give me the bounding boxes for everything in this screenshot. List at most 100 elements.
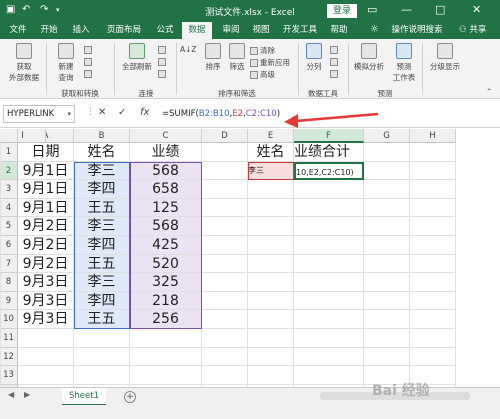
refresh-all-button[interactable]: 全部刷新 (118, 43, 156, 72)
cell-d1[interactable] (202, 143, 248, 162)
row-header-13[interactable]: 13 (0, 366, 18, 385)
get-external-data-button[interactable]: 获取 外部数据 (6, 43, 42, 83)
name-cell[interactable]: 王五 (74, 254, 130, 274)
tab-insert[interactable]: 插入 (68, 22, 94, 39)
date-cell[interactable]: 9月2日 (18, 254, 74, 274)
cell-f5[interactable] (294, 217, 364, 236)
cell-e4[interactable] (248, 198, 294, 218)
forecast-sheet-button[interactable]: 预测 工作表 (390, 43, 418, 83)
cell-i9[interactable] (0, 291, 1, 311)
lookup-header-name[interactable]: 姓名 (248, 143, 294, 162)
name-cell[interactable]: 李四 (74, 236, 130, 255)
cell-d9[interactable] (202, 291, 248, 311)
close-icon[interactable]: ✕ (472, 3, 481, 16)
column-header-g[interactable]: G (364, 129, 410, 143)
prev-sheet-icon[interactable]: ◀ (8, 390, 14, 399)
row-header-11[interactable]: 11 (0, 329, 18, 348)
date-cell[interactable]: 9月2日 (18, 236, 74, 255)
cell-i5[interactable] (0, 217, 1, 236)
column-header-c[interactable]: C (130, 129, 202, 143)
cell-g1[interactable] (364, 143, 410, 162)
tab-review[interactable]: 审阅 (218, 22, 244, 39)
cell-i2[interactable] (0, 161, 1, 181)
cell-e5[interactable] (248, 217, 294, 236)
row-header-5[interactable]: 5 (0, 217, 18, 236)
cell-f12[interactable] (294, 347, 364, 367)
row-header-8[interactable]: 8 (0, 273, 18, 292)
active-formula-cell[interactable]: 10,E2,C2:C10) (294, 161, 364, 181)
sales-cell[interactable]: 520 (130, 254, 202, 274)
cell-c11[interactable] (130, 329, 202, 348)
column-header-h[interactable]: H (410, 129, 456, 143)
row-header-6[interactable]: 6 (0, 236, 18, 255)
name-cell[interactable]: 李三 (74, 161, 130, 181)
cell-g7[interactable] (364, 254, 410, 274)
cell-h7[interactable] (410, 254, 456, 274)
cell-b11[interactable] (74, 329, 130, 348)
cell-f6[interactable] (294, 236, 364, 255)
tab-data[interactable]: 数据 (182, 22, 212, 39)
ribbon-display-options-icon[interactable]: ▭ (367, 3, 377, 16)
column-header-d[interactable]: D (202, 129, 248, 143)
cell-c13[interactable] (130, 366, 202, 385)
cell-d2[interactable] (202, 161, 248, 181)
cell-i11[interactable] (0, 329, 1, 348)
cell-h6[interactable] (410, 236, 456, 255)
cell-i10[interactable] (0, 310, 1, 329)
header-cell-c[interactable]: 业绩 (130, 143, 202, 162)
name-cell[interactable]: 李四 (74, 291, 130, 311)
flash-fill-icon[interactable] (330, 45, 342, 54)
sort-button[interactable]: 排序 (202, 43, 224, 72)
login-button[interactable]: 登录 (327, 4, 357, 18)
cell-f9[interactable] (294, 291, 364, 311)
add-sheet-icon[interactable]: + (124, 391, 136, 403)
cell-f8[interactable] (294, 273, 364, 292)
cell-d3[interactable] (202, 180, 248, 199)
lookup-name-cell[interactable]: 李三 (248, 161, 294, 181)
connections-icon[interactable] (158, 45, 174, 54)
cell-g11[interactable] (364, 329, 410, 348)
sales-cell[interactable]: 568 (130, 217, 202, 236)
cell-a11[interactable] (18, 329, 74, 348)
cell-i4[interactable] (0, 198, 1, 218)
share-button[interactable]: ⚇ 共享 (459, 22, 486, 39)
tab-help[interactable]: 帮助 (326, 22, 352, 39)
column-header-e[interactable]: E (248, 129, 294, 143)
cell-d5[interactable] (202, 217, 248, 236)
remove-duplicates-icon[interactable] (330, 57, 342, 66)
text-to-columns-button[interactable]: 分列 (302, 43, 326, 72)
show-queries-icon[interactable] (84, 45, 104, 54)
cell-e10[interactable] (248, 310, 294, 329)
cell-h4[interactable] (410, 198, 456, 218)
row-header-9[interactable]: 9 (0, 291, 18, 311)
column-header-f[interactable]: F (294, 129, 364, 143)
sheet-tab-sheet1[interactable]: Sheet1 (62, 388, 106, 406)
cell-g9[interactable] (364, 291, 410, 311)
recent-sources-icon[interactable] (84, 69, 104, 78)
cell-e13[interactable] (248, 366, 294, 385)
sort-ascending-button[interactable]: A↓Z (180, 45, 202, 54)
cell-h3[interactable] (410, 180, 456, 199)
filter-button[interactable]: 筛选 (226, 43, 248, 72)
cell-g4[interactable] (364, 198, 410, 218)
cell-d12[interactable] (202, 347, 248, 367)
new-query-button[interactable]: 新建 查询 (52, 43, 80, 83)
cell-f7[interactable] (294, 254, 364, 274)
cell-f3[interactable] (294, 180, 364, 199)
collapse-ribbon-icon[interactable]: ⌃ (486, 87, 496, 96)
tab-developer[interactable]: 开发工具 (280, 22, 320, 39)
cell-e12[interactable] (248, 347, 294, 367)
name-cell[interactable]: 王五 (74, 198, 130, 218)
cell-f13[interactable] (294, 366, 364, 385)
date-cell[interactable]: 9月3日 (18, 291, 74, 311)
advanced-button[interactable]: 高级 (250, 69, 294, 80)
cell-a12[interactable] (18, 347, 74, 367)
tab-page-layout[interactable]: 页面布局 (102, 22, 146, 39)
cell-f10[interactable] (294, 310, 364, 329)
tell-me-search[interactable]: 操作说明搜索 (380, 22, 454, 39)
cell-h11[interactable] (410, 329, 456, 348)
date-cell[interactable]: 9月1日 (18, 161, 74, 181)
row-header-12[interactable]: 12 (0, 347, 18, 367)
maximize-icon[interactable]: □ (435, 3, 445, 16)
data-validation-icon[interactable] (330, 69, 342, 78)
